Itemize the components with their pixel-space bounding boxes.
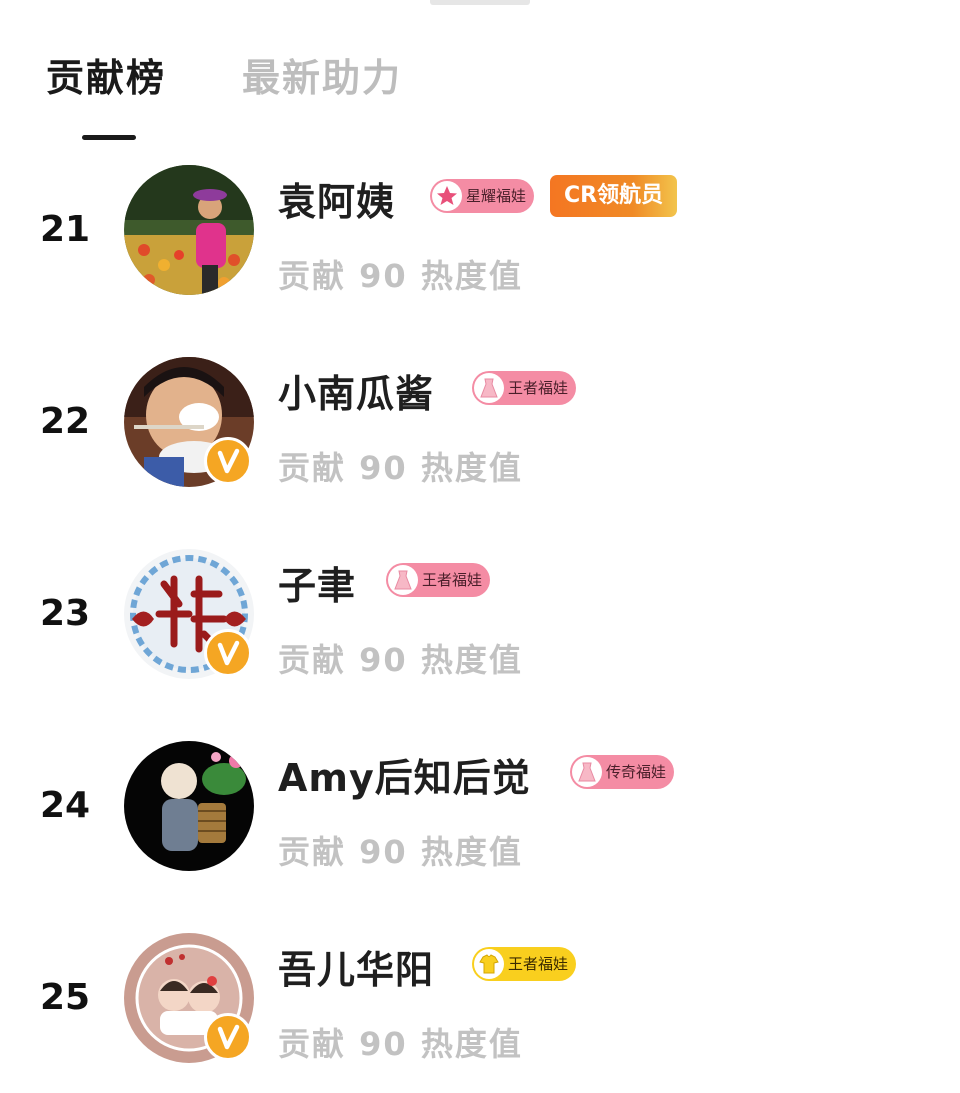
ranking-row[interactable]: 23 子聿 王者福娃 贡献 90 热度值 <box>0 549 960 719</box>
user-avatar[interactable] <box>124 741 254 871</box>
user-name[interactable]: Amy后知后觉 <box>278 747 531 802</box>
avatar-photo <box>124 165 254 295</box>
verified-v-icon <box>204 629 252 677</box>
fan-level-label: 传奇福娃 <box>606 763 667 781</box>
rank-number: 23 <box>39 593 91 634</box>
rank-number: 21 <box>39 209 91 250</box>
contribution-sheet: 贡献榜 最新助力 21 袁阿姨 星耀福娃 CR领航员 贡献 90 热度值 22 … <box>0 0 960 1093</box>
star-icon <box>432 181 462 211</box>
dress-icon <box>388 565 418 595</box>
fan-level-label: 王者福娃 <box>422 571 483 589</box>
user-name[interactable]: 吾儿华阳 <box>278 939 434 994</box>
ranking-row[interactable]: 25 吾儿华阳 王者福娃 贡献 90 热度值 <box>0 933 960 1093</box>
user-name[interactable]: 袁阿姨 <box>278 171 395 226</box>
fan-level-label: 王者福娃 <box>508 955 569 973</box>
contribution-value: 贡献 90 热度值 <box>278 257 523 295</box>
avatar-photo <box>124 741 254 871</box>
fan-level-badge: 星耀福娃 <box>430 179 535 213</box>
fan-level-label: 王者福娃 <box>508 379 569 397</box>
contribution-value: 贡献 90 热度值 <box>278 1025 523 1063</box>
user-avatar[interactable] <box>124 165 254 295</box>
active-tab-indicator <box>82 135 136 140</box>
ranking-row[interactable]: 22 小南瓜酱 王者福娃 贡献 90 热度值 <box>0 357 960 527</box>
contribution-value: 贡献 90 热度值 <box>278 833 523 871</box>
contribution-value: 贡献 90 热度值 <box>278 641 523 679</box>
dress-icon <box>572 757 602 787</box>
ranking-row[interactable]: 24 Amy后知后觉 传奇福娃 贡献 90 热度值 <box>0 741 960 911</box>
rank-number: 22 <box>39 401 91 442</box>
verified-v-icon <box>204 437 252 485</box>
fan-level-label: 星耀福娃 <box>466 187 527 205</box>
user-name[interactable]: 子聿 <box>278 555 356 610</box>
fan-level-badge: 王者福娃 <box>472 947 577 981</box>
ranking-row[interactable]: 21 袁阿姨 星耀福娃 CR领航员 贡献 90 热度值 <box>0 165 960 335</box>
fan-level-badge: 王者福娃 <box>386 563 491 597</box>
rank-number: 24 <box>39 785 91 826</box>
user-name[interactable]: 小南瓜酱 <box>278 363 434 418</box>
shirt-icon <box>474 949 504 979</box>
fan-level-badge: 王者福娃 <box>472 371 577 405</box>
user-avatar[interactable] <box>124 357 254 487</box>
tab-latest-support[interactable]: 最新助力 <box>242 48 402 118</box>
tab-contribution-ranking[interactable]: 贡献榜 <box>46 48 166 118</box>
tab-bar: 贡献榜 最新助力 <box>0 48 960 148</box>
rank-number: 25 <box>39 977 91 1018</box>
dress-icon <box>474 373 504 403</box>
role-badge: CR领航员 <box>550 175 678 217</box>
fan-level-badge: 传奇福娃 <box>570 755 675 789</box>
user-avatar[interactable] <box>124 549 254 679</box>
verified-v-icon <box>204 1013 252 1061</box>
user-avatar[interactable] <box>124 933 254 1063</box>
contribution-value: 贡献 90 热度值 <box>278 449 523 487</box>
sheet-drag-handle[interactable] <box>430 0 530 5</box>
